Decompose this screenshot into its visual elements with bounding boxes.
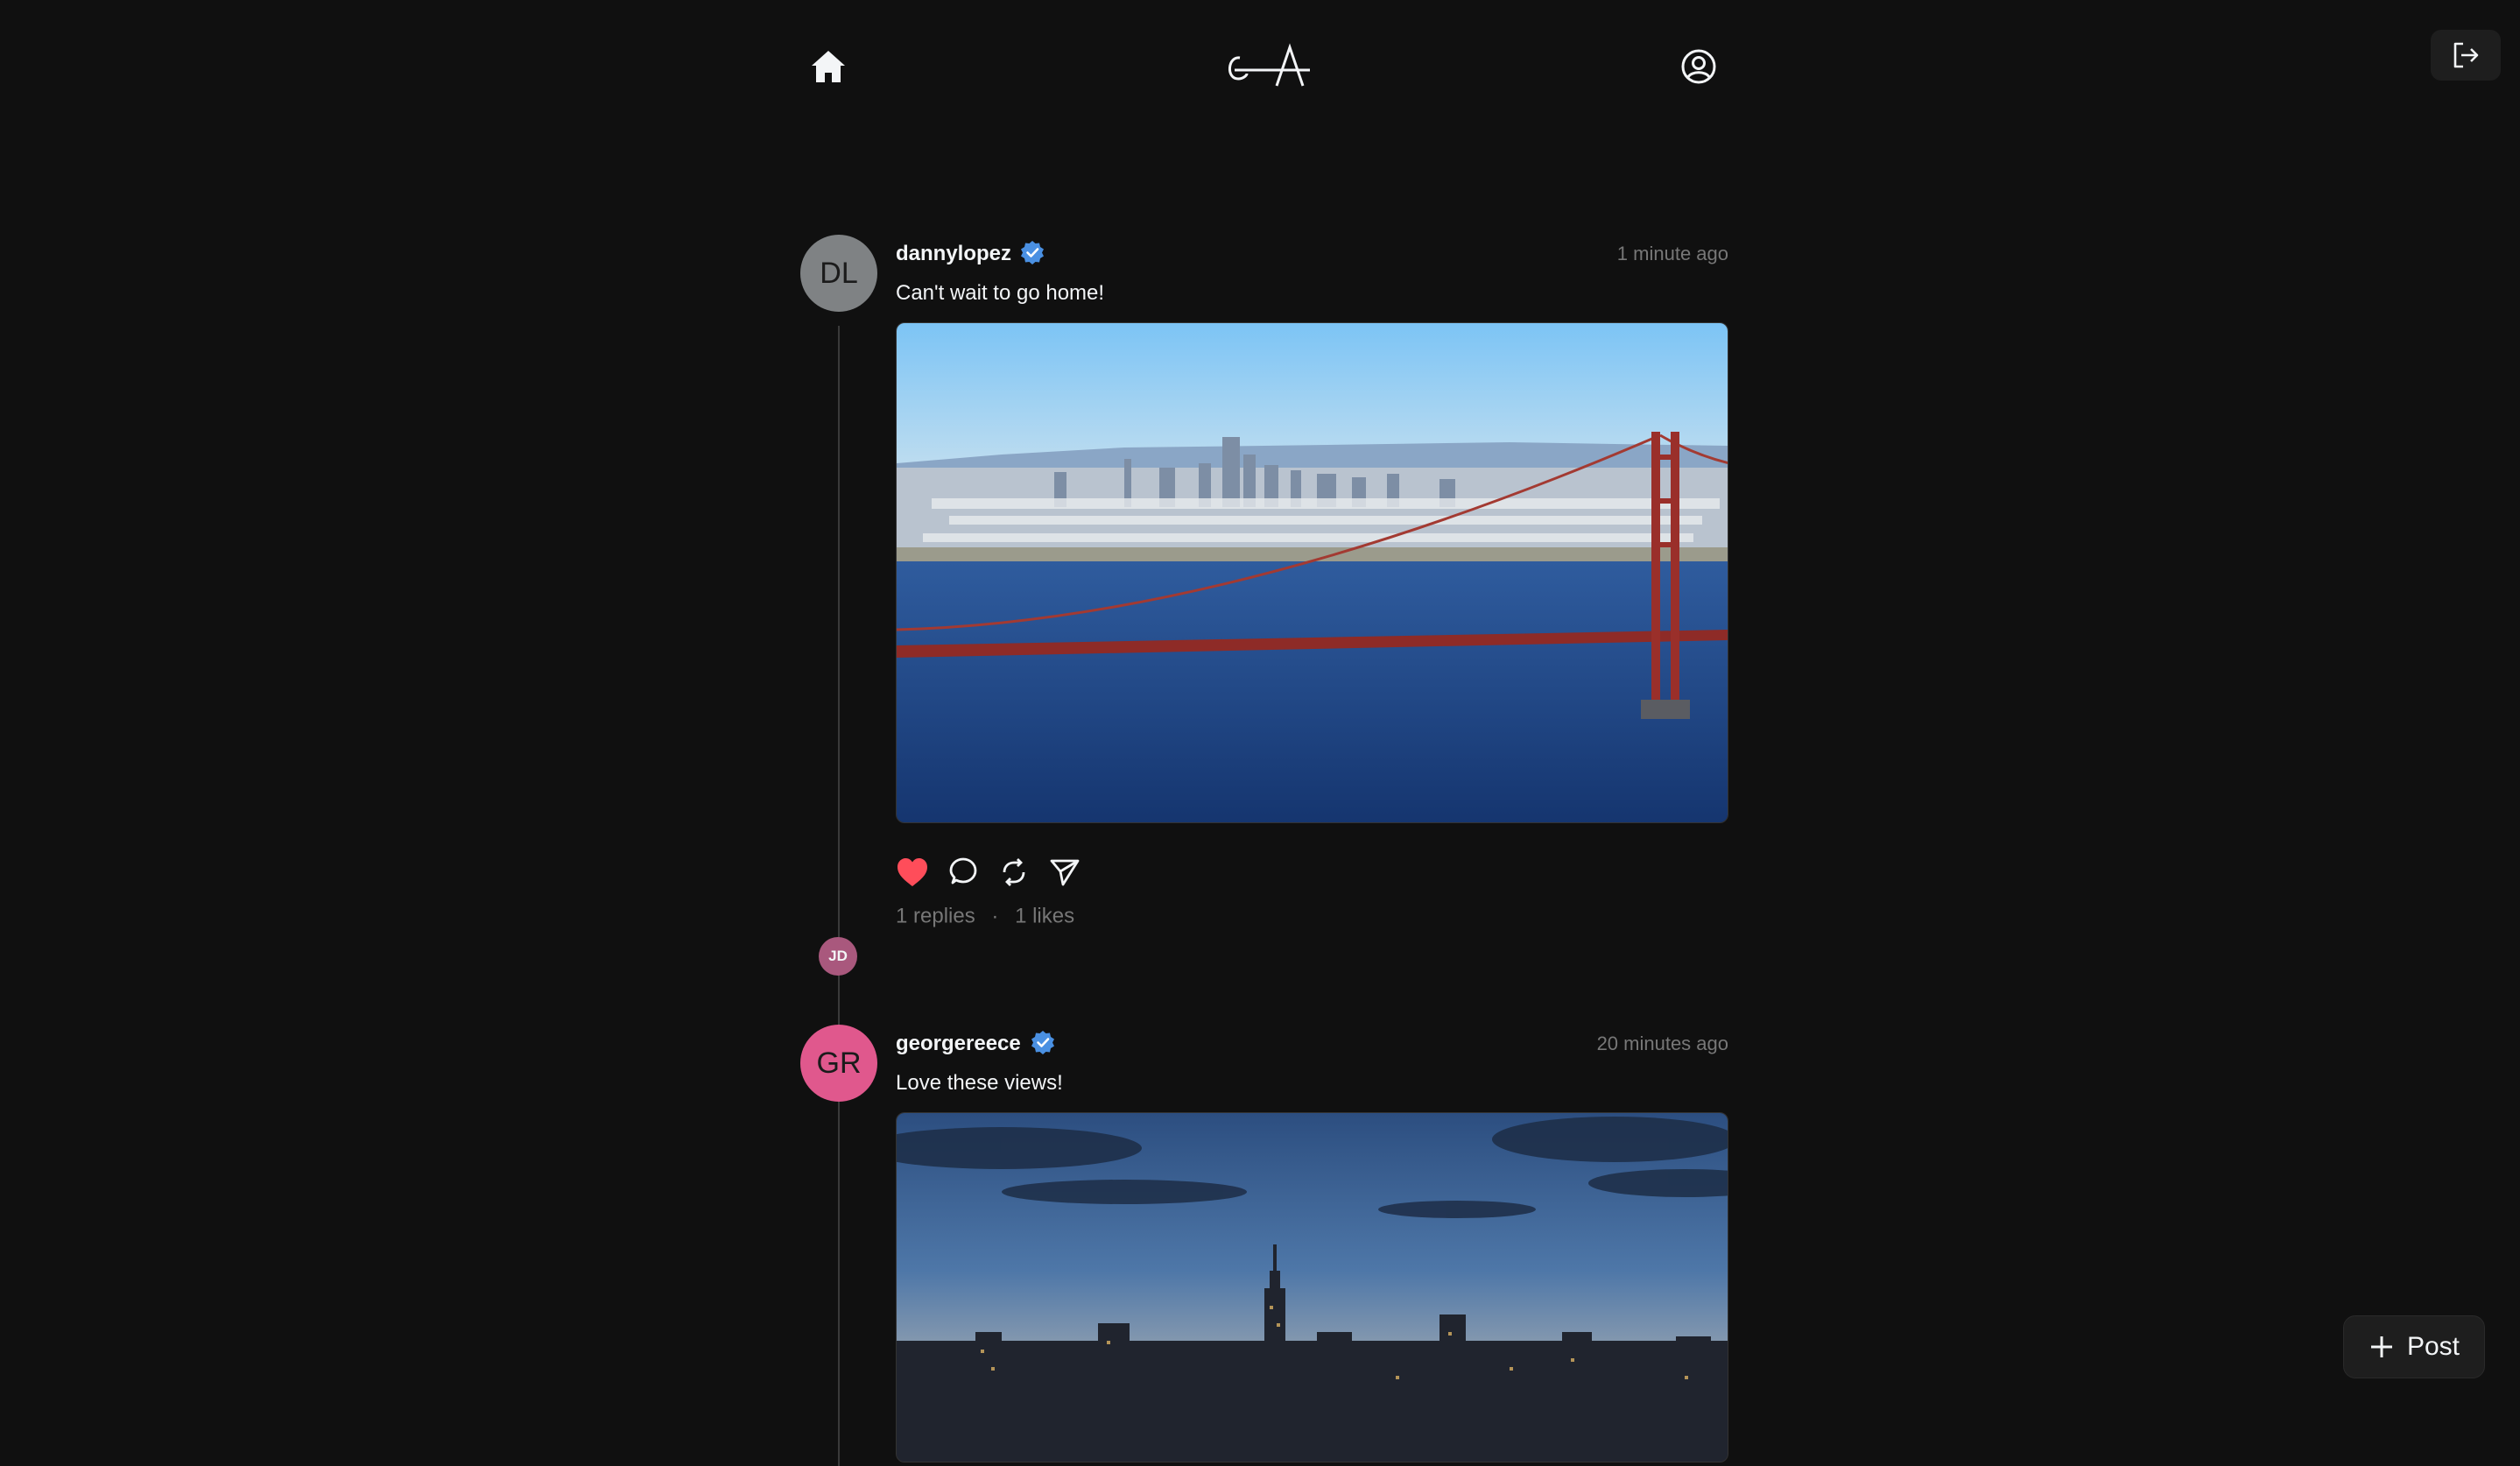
- post-timestamp: 1 minute ago: [1616, 243, 1728, 264]
- post-image[interactable]: [896, 1112, 1728, 1462]
- avatar-initials: DL: [820, 256, 858, 290]
- like-button[interactable]: [896, 856, 929, 889]
- logout-icon: [2453, 42, 2479, 68]
- logout-button[interactable]: [2431, 30, 2501, 81]
- post-body: georgereece 20 minutes ago Love these vi…: [896, 1025, 1728, 1462]
- post-timestamp: 20 minutes ago: [1596, 1033, 1728, 1054]
- avatar-initials: GR: [816, 1046, 862, 1080]
- home-icon: [812, 51, 845, 82]
- reply-avatar-initials: JD: [828, 948, 848, 964]
- reply-avatar[interactable]: JD: [819, 937, 857, 976]
- new-post-label: Post: [2406, 1332, 2460, 1361]
- avatar[interactable]: DL: [800, 235, 877, 312]
- replies-count[interactable]: 1 replies: [896, 905, 975, 928]
- stats-separator: ·: [991, 904, 999, 928]
- post-image[interactable]: [896, 322, 1728, 823]
- app-logo[interactable]: [1219, 39, 1317, 95]
- user-circle-icon: [1681, 49, 1716, 84]
- avatar[interactable]: GR: [800, 1025, 877, 1102]
- top-navigation: [0, 0, 2520, 131]
- post-header: dannylopez 1 minute ago: [896, 235, 1728, 280]
- username[interactable]: georgereece: [896, 1032, 1021, 1056]
- heart-filled-icon: [897, 858, 927, 886]
- verified-badge-icon: [1021, 241, 1044, 264]
- send-icon: [1050, 859, 1080, 886]
- new-york-photo: [897, 1113, 1728, 1462]
- threads-logo: [1228, 43, 1310, 87]
- thread-line: [838, 1116, 840, 1466]
- username[interactable]: dannylopez: [896, 242, 1011, 266]
- new-post-button[interactable]: Post: [2343, 1315, 2485, 1378]
- post: DL dannylopez 1 minute ago Can't wait to…: [800, 235, 1728, 1166]
- post-text: Love these views!: [896, 1071, 1063, 1095]
- share-button[interactable]: [1048, 856, 1081, 889]
- post-text: Can't wait to go home!: [896, 281, 1105, 305]
- home-button[interactable]: [806, 44, 851, 89]
- post-stats: 1 replies · 1 likes: [896, 904, 1728, 935]
- reply-button[interactable]: [947, 856, 980, 889]
- post-header: georgereece 20 minutes ago: [896, 1025, 1728, 1070]
- repost-button[interactable]: [997, 856, 1031, 889]
- post: GR georgereece 20 minutes ago Love these…: [800, 1025, 1728, 1466]
- repost-icon: [1003, 858, 1025, 886]
- post-body: dannylopez 1 minute ago Can't wait to go…: [896, 235, 1728, 935]
- verified-badge-icon: [1031, 1031, 1054, 1054]
- post-actions: [896, 841, 1728, 904]
- comment-icon: [949, 857, 977, 885]
- likes-count[interactable]: 1 likes: [1015, 905, 1074, 928]
- golden-gate-photo: [897, 323, 1728, 822]
- plus-icon: [2370, 1336, 2392, 1357]
- profile-button[interactable]: [1676, 44, 1721, 89]
- feed: DL dannylopez 1 minute ago Can't wait to…: [800, 235, 1728, 1466]
